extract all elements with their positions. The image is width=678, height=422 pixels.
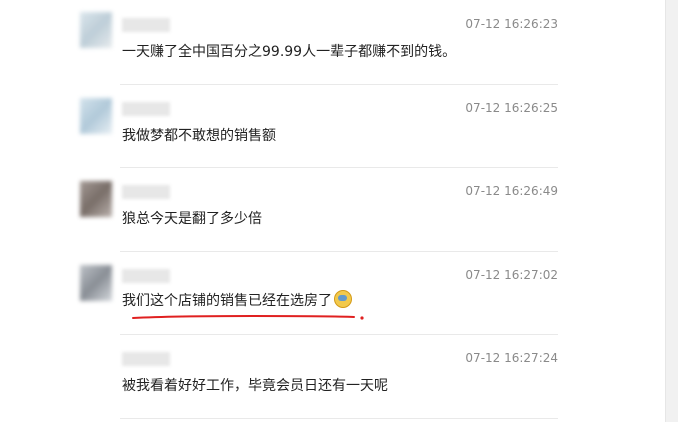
avatar[interactable] — [80, 265, 112, 301]
comment-text: 我做梦都不敢想的销售额 — [122, 128, 276, 144]
timestamp: 07-12 16:27:24 — [465, 351, 558, 365]
laughing-emoji-icon — [334, 290, 352, 308]
username[interactable] — [122, 352, 170, 366]
timestamp: 07-12 16:26:23 — [465, 17, 558, 31]
timestamp: 07-12 16:26:25 — [465, 101, 558, 115]
red-underline-annotation — [132, 315, 364, 320]
comment-text: 一天赚了全中国百分之99.99人一辈子都赚不到的钱。 — [122, 44, 457, 60]
avatar[interactable] — [80, 181, 112, 217]
comment-text: 狼总今天是翻了多少倍 — [122, 211, 262, 227]
username[interactable] — [122, 102, 170, 116]
comment-item: 07-12 16:26:49 狼总今天是翻了多少倍 — [80, 177, 558, 237]
username[interactable] — [122, 18, 170, 32]
divider — [120, 251, 558, 252]
scrollbar[interactable] — [665, 0, 678, 422]
underline-stroke — [132, 315, 355, 319]
comment-item: 07-12 16:27:24 被我看着好好工作，毕竟会员日还有一天呢 — [80, 344, 558, 404]
underline-dot — [360, 316, 364, 320]
username[interactable] — [122, 185, 170, 199]
comment-item: 07-12 16:26:25 我做梦都不敢想的销售额 — [80, 94, 558, 154]
divider — [120, 418, 558, 419]
comment-text-content: 我们这个店铺的销售已经在选房了 — [122, 293, 332, 309]
avatar[interactable] — [80, 98, 112, 134]
timestamp: 07-12 16:26:49 — [465, 184, 558, 198]
comment-text: 被我看着好好工作，毕竟会员日还有一天呢 — [122, 378, 388, 394]
divider — [120, 84, 558, 85]
divider — [120, 167, 558, 168]
comment-item: 07-12 16:26:23 一天赚了全中国百分之99.99人一辈子都赚不到的钱… — [80, 10, 558, 70]
avatar[interactable] — [80, 12, 112, 48]
comment-text: 我们这个店铺的销售已经在选房了 — [122, 290, 352, 310]
timestamp: 07-12 16:27:02 — [465, 268, 558, 282]
username[interactable] — [122, 269, 170, 283]
divider — [120, 334, 558, 335]
